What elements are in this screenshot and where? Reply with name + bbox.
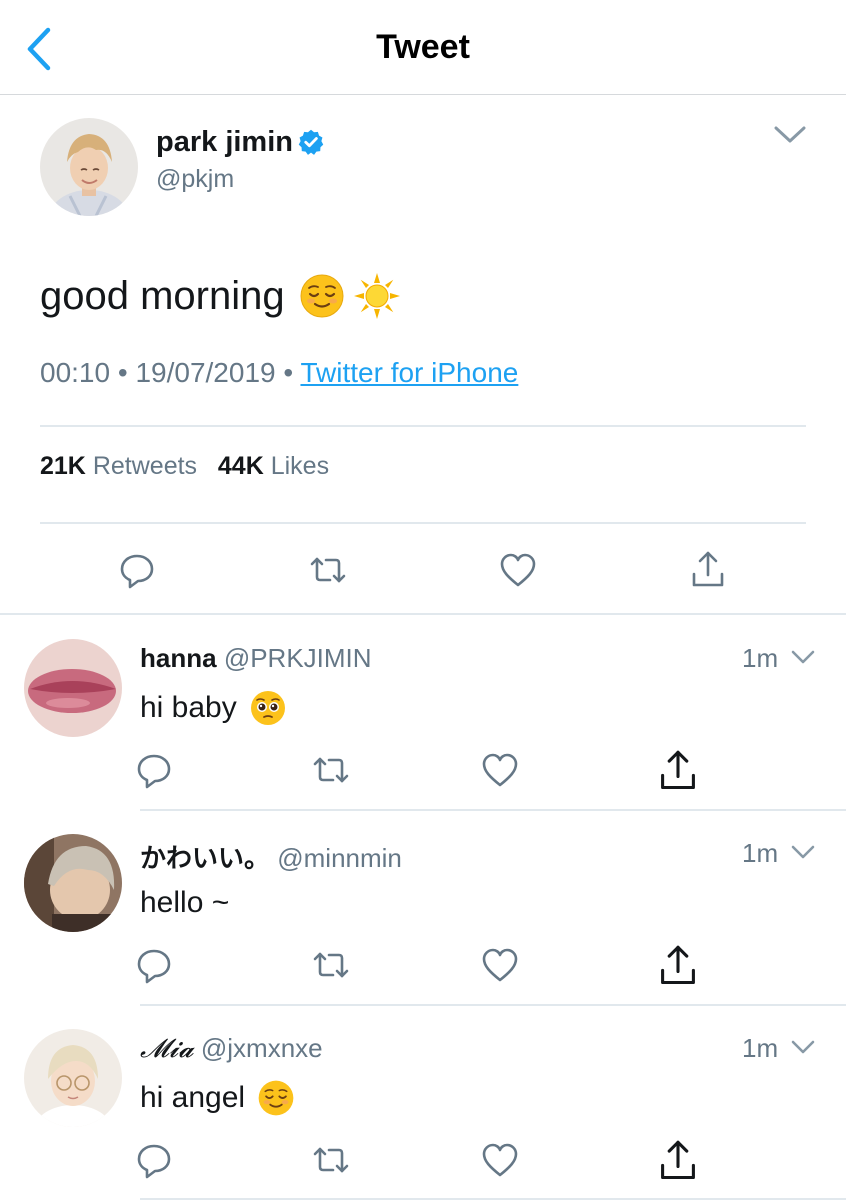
- likes-count[interactable]: 44K: [218, 452, 264, 480]
- reply-icon[interactable]: [134, 945, 174, 985]
- top-bar: Tweet: [0, 0, 846, 95]
- reply-item[interactable]: hanna @PRKJIMIN 1m hi baby: [0, 615, 846, 810]
- like-heart-icon[interactable]: [480, 1140, 520, 1180]
- reply-author-name[interactable]: かわいい。: [140, 843, 270, 873]
- tweet-text-content: good morning: [40, 273, 285, 318]
- reply-icon[interactable]: [117, 550, 157, 590]
- likes-label[interactable]: Likes: [271, 452, 329, 480]
- author-name[interactable]: park jimin: [156, 126, 293, 159]
- reply-author-name[interactable]: hanna: [140, 643, 217, 673]
- tweet-date: 19/07/2019: [135, 357, 276, 388]
- tweet-meta: 00:10 • 19/07/2019 • Twitter for iPhone: [40, 357, 518, 389]
- sun-icon: [353, 273, 400, 319]
- avatar-image: [40, 118, 138, 216]
- chevron-down-icon[interactable]: [773, 124, 807, 146]
- avatar[interactable]: [24, 834, 122, 932]
- share-icon[interactable]: [656, 944, 700, 988]
- reply-text-content: hello ~: [140, 886, 230, 919]
- reply-text-content: hi baby: [140, 691, 237, 724]
- reply-item[interactable]: 𝓜𝓲𝓪 @jxmxnxe 1m hi angel: [0, 1005, 846, 1200]
- reply-author-name[interactable]: 𝓜𝓲𝓪: [140, 1034, 194, 1064]
- share-icon[interactable]: [688, 550, 728, 590]
- reply-item[interactable]: かわいい。 @minnmin 1m hello ~: [0, 810, 846, 1005]
- reply-text: hello ~: [140, 882, 229, 924]
- retweet-icon[interactable]: [308, 550, 348, 590]
- retweet-icon[interactable]: [311, 1140, 351, 1180]
- reply-header: 𝓜𝓲𝓪 @jxmxnxe: [140, 1033, 323, 1065]
- tweet-time: 00:10: [40, 357, 111, 388]
- chevron-down-icon[interactable]: [790, 648, 816, 666]
- chevron-down-icon[interactable]: [790, 843, 816, 861]
- avatar[interactable]: [40, 118, 138, 216]
- relieved-face-icon: [258, 1080, 294, 1116]
- verified-badge-icon: [298, 129, 324, 155]
- page-title: Tweet: [376, 28, 470, 66]
- tweet-text: good morning: [40, 270, 401, 322]
- avatar[interactable]: [24, 1029, 122, 1127]
- reply-header: hanna @PRKJIMIN: [140, 643, 372, 674]
- avatar[interactable]: [24, 639, 122, 737]
- share-icon[interactable]: [656, 749, 700, 793]
- reply-header: かわいい。 @minnmin: [140, 838, 402, 875]
- avatar-image: [24, 1029, 122, 1127]
- retweet-icon[interactable]: [311, 945, 351, 985]
- meta-separator: •: [283, 357, 294, 388]
- reply-author-handle: @PRKJIMIN: [223, 643, 372, 673]
- chevron-down-icon[interactable]: [790, 1038, 816, 1056]
- tweet-source-link[interactable]: Twitter for iPhone: [300, 357, 518, 388]
- reply-author-handle: @jxmxnxe: [200, 1033, 323, 1063]
- avatar-image: [24, 834, 122, 932]
- divider: [40, 522, 806, 524]
- avatar-image: [24, 639, 122, 737]
- retweet-icon[interactable]: [311, 750, 351, 790]
- share-icon[interactable]: [656, 1139, 700, 1183]
- like-heart-icon[interactable]: [480, 750, 520, 790]
- relieved-face-icon: [300, 274, 344, 318]
- reply-author-handle: @minnmin: [277, 843, 402, 873]
- tweet-stats: 21K Retweets 44K Likes: [40, 452, 329, 481]
- reply-text: hi baby: [140, 687, 287, 729]
- retweets-label[interactable]: Retweets: [93, 452, 197, 480]
- author-handle: @pkjm: [156, 165, 235, 193]
- reply-time: 1m: [742, 838, 779, 868]
- reply-text-content: hi angel: [140, 1081, 246, 1114]
- like-heart-icon[interactable]: [480, 945, 520, 985]
- divider: [140, 1198, 846, 1200]
- pleading-face-icon: [250, 691, 285, 725]
- like-heart-icon[interactable]: [498, 550, 538, 590]
- reply-time: 1m: [742, 643, 779, 673]
- reply-time: 1m: [742, 1033, 779, 1063]
- retweets-count[interactable]: 21K: [40, 452, 86, 480]
- reply-text: hi angel: [140, 1077, 295, 1119]
- author-row: park jimin: [156, 124, 325, 160]
- reply-icon[interactable]: [134, 750, 174, 790]
- divider: [40, 425, 806, 427]
- meta-separator: •: [117, 357, 128, 388]
- reply-icon[interactable]: [134, 1140, 174, 1180]
